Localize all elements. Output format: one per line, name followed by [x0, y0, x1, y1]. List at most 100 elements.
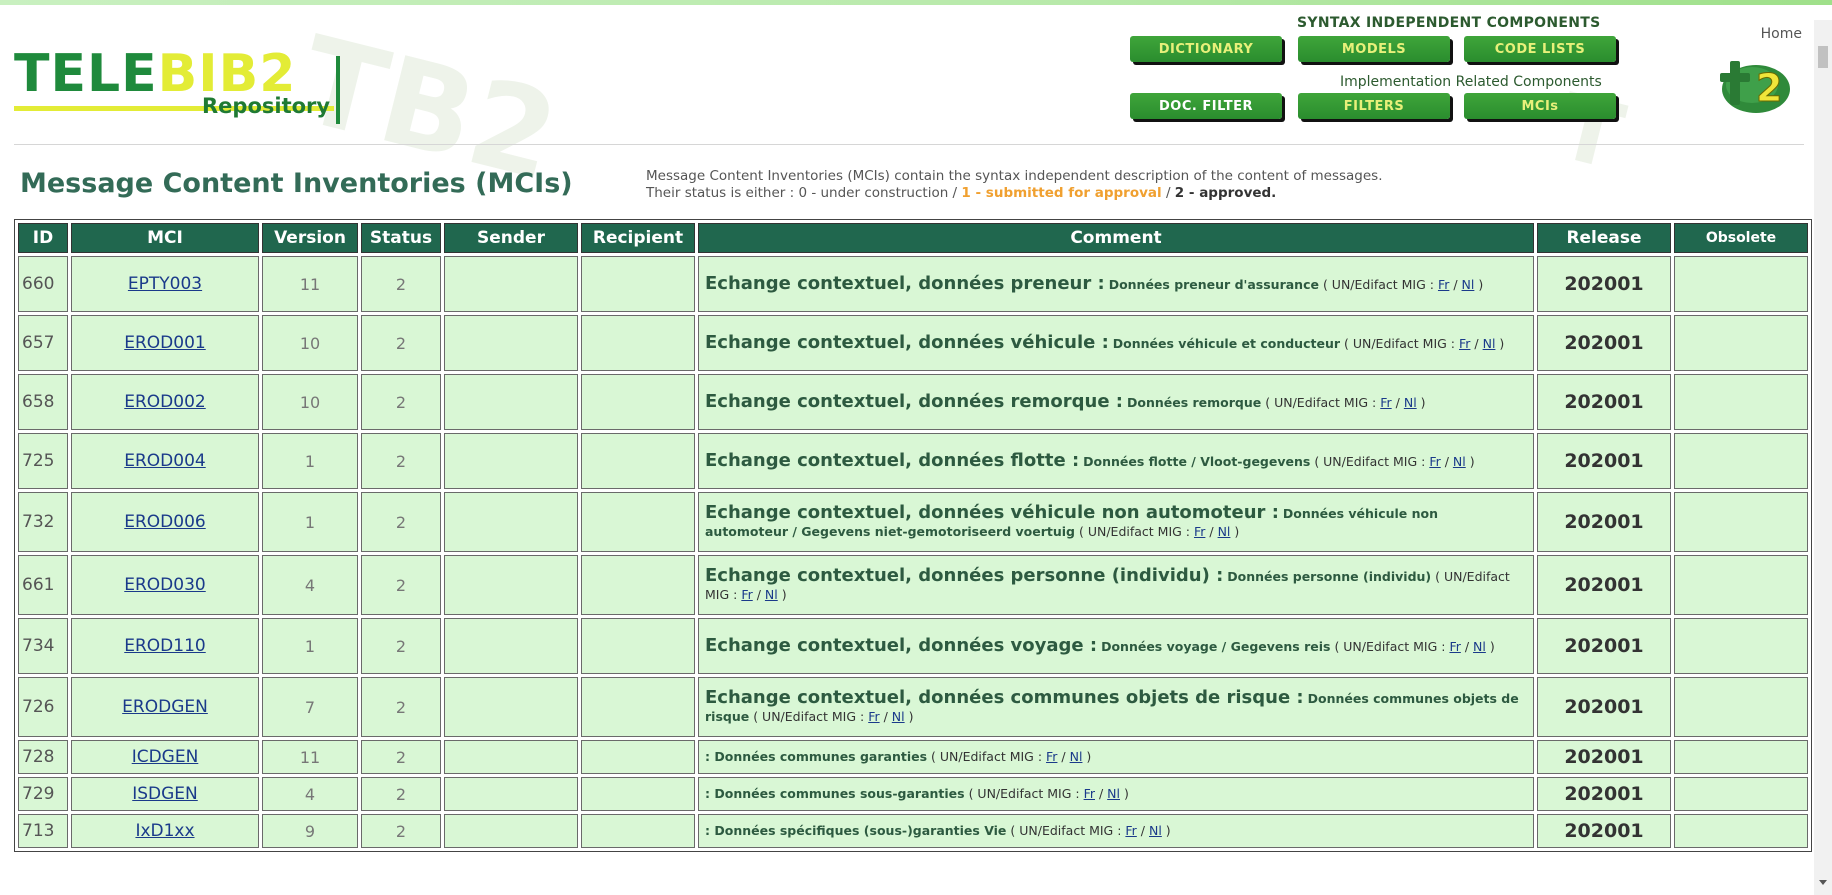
nav-doc-filter-label: DOC. FILTER — [1159, 98, 1253, 114]
comment-title: Echange contextuel, données preneur : — [705, 272, 1105, 294]
mig-nl-link[interactable]: Nl — [1218, 524, 1231, 539]
cell-version: 4 — [262, 777, 358, 811]
mig-nl-link[interactable]: Nl — [1473, 639, 1486, 654]
header-divider — [14, 144, 1804, 145]
cell-recipient — [581, 492, 695, 552]
mig-separator: / — [1449, 276, 1462, 292]
cell-sender — [444, 677, 578, 737]
comment-description: Données preneur d'assurance — [1108, 276, 1319, 292]
table-body: 660 EPTY003 11 2 Echange contextuel, données… — [18, 256, 1808, 848]
cell-comment: Echange contextuel, données preneur : Do… — [698, 256, 1534, 312]
scroll-down-arrow-icon[interactable] — [1819, 880, 1827, 885]
cell-status: 2 — [361, 777, 441, 811]
cell-release: 202001 — [1537, 677, 1671, 737]
cell-comment: Echange contextuel, données remorque : D… — [698, 374, 1534, 430]
mig-prefix: ( UN/Edifact MIG : — [1314, 453, 1430, 469]
home-link[interactable]: Home — [1761, 26, 1802, 42]
mig-nl-link[interactable]: Nl — [1453, 454, 1466, 469]
mig-nl-link[interactable]: Nl — [1107, 786, 1120, 801]
col-header-recipient: Recipient — [581, 223, 695, 253]
comment-description: Données personne (individu) — [1227, 568, 1432, 584]
comment-description: : Données communes sous-garanties — [705, 786, 965, 801]
cell-status: 2 — [361, 256, 441, 312]
vertical-scrollbar[interactable] — [1814, 20, 1832, 895]
nav-code-lists-button[interactable]: CODE LISTS — [1464, 36, 1616, 62]
cell-mci: ICDGEN — [71, 740, 259, 774]
col-header-comment: Comment — [698, 223, 1534, 253]
mci-link[interactable]: EROD006 — [124, 512, 205, 532]
mig-suffix: ) — [1495, 335, 1505, 351]
cell-sender — [444, 374, 578, 430]
table-row: 728 ICDGEN 11 2: Données communes garanties… — [18, 740, 1808, 774]
mci-link[interactable]: EROD030 — [124, 575, 205, 595]
mci-link[interactable]: EROD004 — [124, 451, 205, 471]
cell-status: 2 — [361, 433, 441, 489]
mci-link[interactable]: EROD110 — [124, 636, 205, 656]
nav-filters-label: FILTERS — [1343, 98, 1405, 114]
cell-obsolete — [1674, 555, 1808, 615]
cell-status: 2 — [361, 374, 441, 430]
mci-link[interactable]: ISDGEN — [132, 784, 198, 804]
t2-home-logo-icon[interactable]: 2 — [1712, 55, 1796, 117]
mci-link[interactable]: EPTY003 — [128, 274, 202, 294]
mig-fr-link[interactable]: Fr — [1449, 639, 1460, 654]
nav-filters-button[interactable]: FILTERS — [1298, 93, 1450, 119]
mig-fr-link[interactable]: Fr — [1084, 786, 1095, 801]
cell-recipient — [581, 555, 695, 615]
cell-version: 1 — [262, 618, 358, 674]
logo-subtitle: Repository — [202, 94, 331, 118]
mig-fr-link[interactable]: Fr — [1125, 823, 1136, 838]
mig-fr-link[interactable]: Fr — [868, 709, 879, 724]
cell-version: 7 — [262, 677, 358, 737]
mci-link[interactable]: ICDGEN — [132, 747, 199, 767]
mig-fr-link[interactable]: Fr — [1459, 336, 1470, 351]
col-header-release: Release — [1537, 223, 1671, 253]
cell-obsolete — [1674, 315, 1808, 371]
mig-prefix: ( UN/Edifact MIG : — [968, 786, 1084, 801]
mig-suffix: ) — [777, 586, 787, 602]
mig-fr-link[interactable]: Fr — [741, 587, 752, 602]
table-row: 729 ISDGEN 4 2: Données communes sous-garan… — [18, 777, 1808, 811]
mci-link[interactable]: EROD002 — [124, 392, 205, 412]
mig-fr-link[interactable]: Fr — [1429, 454, 1440, 469]
mig-nl-link[interactable]: Nl — [1462, 277, 1475, 292]
cell-obsolete — [1674, 618, 1808, 674]
mig-nl-link[interactable]: Nl — [1483, 336, 1496, 351]
cell-sender — [444, 315, 578, 371]
cell-mci: EPTY003 — [71, 256, 259, 312]
nav-models-button[interactable]: MODELS — [1298, 36, 1450, 62]
cell-sender — [444, 256, 578, 312]
cell-comment: Echange contextuel, données véhicule : D… — [698, 315, 1534, 371]
mci-link[interactable]: EROD001 — [124, 333, 205, 353]
mig-prefix: ( UN/Edifact MIG : — [1344, 335, 1459, 351]
nav-models-label: MODELS — [1341, 41, 1407, 57]
nav-dictionary-button[interactable]: DICTIONARY — [1130, 36, 1282, 62]
mig-fr-link[interactable]: Fr — [1438, 277, 1449, 292]
comment-title: Echange contextuel, données véhicule non… — [705, 501, 1279, 523]
mig-separator: / — [1205, 523, 1218, 539]
mig-fr-link[interactable]: Fr — [1046, 749, 1057, 764]
cell-id: 725 — [18, 433, 68, 489]
mci-link[interactable]: ERODGEN — [122, 697, 208, 717]
mci-link[interactable]: IxD1xx — [135, 821, 194, 841]
cell-sender — [444, 814, 578, 848]
mig-nl-link[interactable]: Nl — [892, 709, 905, 724]
mig-fr-link[interactable]: Fr — [1194, 524, 1205, 539]
mig-prefix: ( UN/Edifact MIG : — [753, 708, 869, 724]
mig-nl-link[interactable]: Nl — [1149, 823, 1162, 838]
mig-nl-link[interactable]: Nl — [1404, 395, 1417, 410]
mig-nl-link[interactable]: Nl — [1070, 749, 1083, 764]
mig-suffix: ) — [1082, 749, 1092, 764]
col-header-sender: Sender — [444, 223, 578, 253]
comment-description: Données véhicule et conducteur — [1112, 335, 1341, 351]
cell-obsolete — [1674, 256, 1808, 312]
comment-title: Echange contextuel, données personne (in… — [705, 564, 1224, 586]
nav-doc-filter-button[interactable]: DOC. FILTER — [1130, 93, 1282, 119]
nav-mcis-button[interactable]: MCIs — [1464, 93, 1616, 119]
mig-fr-link[interactable]: Fr — [1380, 395, 1391, 410]
telebib2-logo[interactable]: TELEBIB2 Repository — [14, 44, 344, 130]
cell-id: 728 — [18, 740, 68, 774]
scrollbar-thumb[interactable] — [1818, 46, 1828, 68]
intro-line-2: Their status is either : 0 - under const… — [646, 185, 1383, 202]
mig-nl-link[interactable]: Nl — [765, 587, 778, 602]
